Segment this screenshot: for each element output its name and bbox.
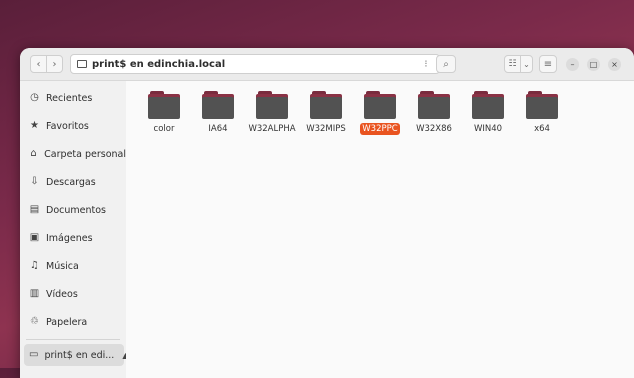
- sidebar-item-label: Favoritos: [46, 120, 89, 132]
- menu-button[interactable]: ≡: [539, 55, 557, 73]
- file-view: color IA64 W32ALPHA W32MIPS W32PPC W32X8…: [126, 81, 634, 378]
- sidebar-item-label: Música: [46, 260, 79, 272]
- trash-icon: ♲: [30, 316, 39, 327]
- forward-button[interactable]: ›: [46, 55, 63, 73]
- sidebar-item-papelera[interactable]: ♲ Papelera: [20, 311, 126, 333]
- folder-label: W32ALPHA: [248, 124, 296, 134]
- folder-label: IA64: [208, 124, 228, 134]
- folder-icon: [526, 91, 558, 119]
- folder-icon: [472, 91, 504, 119]
- clock-icon: ◷: [30, 92, 39, 103]
- folder-icon: [364, 91, 396, 119]
- folder-icon: [202, 91, 234, 119]
- folder-item-ia64[interactable]: IA64: [188, 91, 248, 135]
- document-icon: ▤: [29, 204, 40, 215]
- sidebar-item-label: Papelera: [46, 316, 88, 328]
- sidebar: ◷ Recientes ★ Favoritos ⌂ Carpeta person…: [20, 81, 128, 378]
- sidebar-item-recientes[interactable]: ◷ Recientes: [20, 87, 126, 109]
- sidebar-separator: [26, 339, 120, 340]
- folder-item-x64[interactable]: x64: [512, 91, 572, 135]
- folder-item-win40[interactable]: WIN40: [458, 91, 518, 135]
- folder-icon: [418, 91, 450, 119]
- sidebar-item-network-share[interactable]: ▭ print$ en edi... ▲: [24, 344, 128, 366]
- folder-label: W32X86: [416, 124, 452, 134]
- folder-label: x64: [534, 124, 550, 134]
- sidebar-item-carpeta-personal[interactable]: ⌂ Carpeta personal: [20, 143, 126, 165]
- folder-item-w32alpha[interactable]: W32ALPHA: [242, 91, 302, 135]
- network-share-icon: ▭: [29, 349, 39, 360]
- file-manager-window: ‹ › print$ en edinchia.local ⁝ ⌕ ☷ ⌄ ≡ –…: [20, 48, 634, 378]
- folder-icon: [148, 91, 180, 119]
- sidebar-item-favoritos[interactable]: ★ Favoritos: [20, 115, 126, 137]
- path-options-button[interactable]: ⁝: [416, 55, 436, 73]
- sidebar-item-label: Descargas: [46, 176, 96, 188]
- folder-item-color[interactable]: color: [134, 91, 194, 135]
- folder-item-w32ppc[interactable]: W32PPC: [350, 91, 410, 135]
- folder-label: W32MIPS: [306, 124, 346, 134]
- path-bar[interactable]: print$ en edinchia.local: [70, 54, 440, 74]
- folder-icon: [256, 91, 288, 119]
- sidebar-item-label: Carpeta personal: [44, 148, 126, 160]
- sidebar-item-descargas[interactable]: ⇩ Descargas: [20, 171, 126, 193]
- music-icon: ♫: [30, 260, 39, 271]
- view-toggle-button[interactable]: ☷: [504, 55, 521, 73]
- back-button[interactable]: ‹: [30, 55, 47, 73]
- folder-item-w32mips[interactable]: W32MIPS: [296, 91, 356, 135]
- sidebar-item-videos[interactable]: ▥ Vídeos: [20, 283, 126, 305]
- star-icon: ★: [30, 120, 39, 131]
- video-icon: ▥: [29, 288, 40, 299]
- folder-label-selected: W32PPC: [360, 123, 400, 135]
- folder-label: WIN40: [473, 124, 503, 134]
- folder-label: color: [153, 124, 175, 134]
- close-button[interactable]: ×: [608, 58, 621, 71]
- folder-item-w32x86[interactable]: W32X86: [404, 91, 464, 135]
- maximize-button[interactable]: □: [587, 58, 600, 71]
- header-bar: ‹ › print$ en edinchia.local ⁝ ⌕ ☷ ⌄ ≡ –…: [20, 48, 634, 81]
- sidebar-item-label: Documentos: [46, 204, 106, 216]
- home-icon: ⌂: [30, 148, 37, 159]
- image-icon: ▣: [29, 232, 40, 243]
- sidebar-item-documentos[interactable]: ▤ Documentos: [20, 199, 126, 221]
- folder-icon: [310, 91, 342, 119]
- view-options-dropdown[interactable]: ⌄: [520, 55, 533, 73]
- sidebar-item-label: print$ en edi...: [44, 349, 115, 361]
- sidebar-item-label: Imágenes: [46, 232, 93, 244]
- sidebar-item-imagenes[interactable]: ▣ Imágenes: [20, 227, 126, 249]
- search-button[interactable]: ⌕: [436, 55, 456, 73]
- minimize-button[interactable]: –: [566, 58, 579, 71]
- sidebar-item-label: Recientes: [46, 92, 93, 104]
- sidebar-item-label: Vídeos: [46, 288, 78, 300]
- download-icon: ⇩: [30, 176, 39, 187]
- sidebar-item-musica[interactable]: ♫ Música: [20, 255, 126, 277]
- path-label: print$ en edinchia.local: [92, 58, 226, 70]
- network-share-icon: [77, 60, 87, 68]
